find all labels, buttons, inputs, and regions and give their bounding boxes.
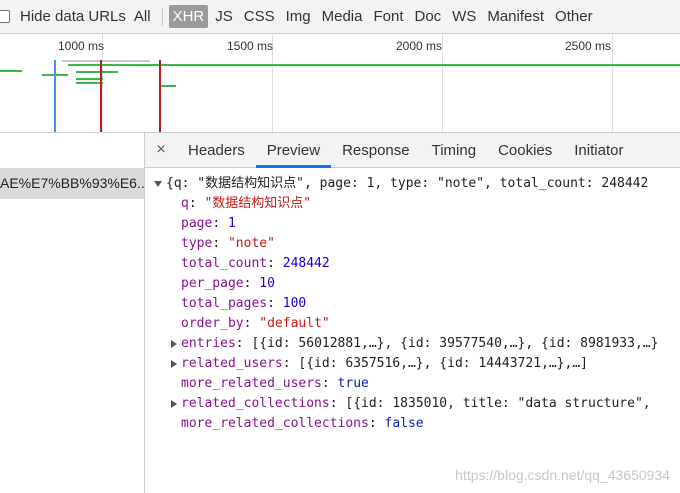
property-row-entries[interactable]: entries: [{id: 56012881,…}, {id: 3957754…: [171, 334, 658, 354]
property-key: entries: [181, 336, 236, 351]
property-key: more_related_collections: [181, 416, 369, 431]
tab-initiator[interactable]: Initiator: [563, 133, 634, 167]
filter-doc[interactable]: Doc: [410, 5, 445, 28]
property-row-page: page: 1: [181, 216, 236, 231]
property-key: related_users: [181, 356, 283, 371]
tab-cookies[interactable]: Cookies: [487, 133, 563, 167]
property-row-type: type: "note": [181, 236, 275, 251]
property-row-more-related-users: more_related_users: true: [181, 376, 369, 391]
property-key: total_count: [181, 256, 268, 271]
expand-triangle-icon[interactable]: [171, 339, 177, 348]
property-row-more-related-collections: more_related_collections: false: [181, 416, 424, 431]
property-row-q: q: "数据结构知识点": [181, 196, 312, 211]
property-key: more_related_users: [181, 376, 322, 391]
tab-headers[interactable]: Headers: [177, 133, 256, 167]
property-value: true: [337, 376, 369, 391]
filter-js[interactable]: JS: [211, 5, 237, 28]
property-key: per_page: [181, 276, 244, 291]
property-value: 1: [227, 216, 236, 231]
property-value: 248442: [282, 256, 330, 271]
tick-label-1500: 1500 ms: [227, 39, 274, 53]
tick-line: [442, 34, 443, 132]
property-value: 100: [282, 296, 307, 311]
property-value: "数据结构知识点": [204, 196, 312, 211]
filter-img[interactable]: Img: [282, 5, 315, 28]
tab-timing[interactable]: Timing: [421, 133, 487, 167]
network-overview-timeline[interactable]: 1000 ms 1500 ms 2000 ms 2500 ms: [0, 34, 680, 133]
property-row-related-collections[interactable]: related_collections: [{id: 1835010, titl…: [171, 394, 651, 414]
expand-triangle-icon[interactable]: [171, 359, 177, 368]
filter-bar: Hide data URLs All XHR JS CSS Img Media …: [0, 0, 680, 34]
tab-preview[interactable]: Preview: [255, 133, 332, 168]
property-row-total-count: total_count: 248442: [181, 256, 330, 271]
property-key: type: [181, 236, 213, 251]
property-key: page: [181, 216, 213, 231]
request-bar: [76, 71, 118, 73]
load-event-marker: [100, 60, 102, 132]
request-bar: [76, 82, 103, 84]
request-bar: [76, 78, 103, 80]
property-value: "note": [227, 236, 275, 251]
load-event-marker: [159, 60, 161, 132]
hide-data-urls-checkbox[interactable]: [0, 10, 10, 23]
property-key: q: [181, 196, 189, 211]
property-value: "default": [259, 316, 330, 331]
filter-css[interactable]: CSS: [240, 5, 279, 28]
filter-other[interactable]: Other: [551, 5, 597, 28]
filter-separator: [161, 7, 163, 26]
property-row-total-pages: total_pages: 100: [181, 296, 307, 311]
property-value: [{id: 6357516,…}, {id: 14443721,…},…]: [298, 356, 588, 371]
expand-triangle-icon[interactable]: [154, 180, 162, 187]
property-key: related_collections: [181, 396, 330, 411]
request-bar: [62, 60, 150, 62]
property-key: total_pages: [181, 296, 268, 311]
property-value: [{id: 56012881,…}, {id: 39577540,…}, {id…: [251, 336, 659, 351]
filter-media[interactable]: Media: [318, 5, 367, 28]
request-list-pane: AE%E7%BB%93%E6...: [0, 133, 145, 493]
tick-label-2000: 2000 ms: [396, 39, 443, 53]
request-bar: [0, 70, 22, 72]
property-row-order-by: order_by: "default": [181, 316, 330, 331]
filter-all[interactable]: All: [130, 5, 155, 28]
expand-triangle-icon[interactable]: [171, 399, 177, 408]
filter-manifest[interactable]: Manifest: [483, 5, 548, 28]
property-value: 10: [259, 276, 275, 291]
property-key: order_by: [181, 316, 244, 331]
property-row-related-users[interactable]: related_users: [{id: 6357516,…}, {id: 14…: [171, 354, 588, 374]
filter-ws[interactable]: WS: [448, 5, 480, 28]
tab-response[interactable]: Response: [331, 133, 421, 167]
property-value: [{id: 1835010, title: "data structure",: [345, 396, 651, 411]
preview-panel: {q: "数据结构知识点", page: 1, type: "note", to…: [145, 168, 680, 493]
filter-xhr[interactable]: XHR: [168, 5, 209, 28]
root-object-summary[interactable]: {q: "数据结构知识点", page: 1, type: "note", to…: [154, 174, 648, 194]
tick-label-1000: 1000 ms: [58, 39, 105, 53]
property-row-per-page: per_page: 10: [181, 276, 275, 291]
watermark: https://blog.csdn.net/qq_43650934: [455, 467, 670, 483]
filter-font[interactable]: Font: [369, 5, 407, 28]
tick-line: [612, 34, 613, 132]
dom-content-loaded-marker: [54, 60, 56, 132]
property-value: false: [384, 416, 424, 431]
close-icon[interactable]: ×: [145, 133, 177, 167]
tick-label-2500: 2500 ms: [565, 39, 612, 53]
request-bar: [160, 85, 176, 87]
detail-tabs: × Headers Preview Response Timing Cookie…: [145, 133, 680, 168]
request-row-selected[interactable]: AE%E7%BB%93%E6...: [0, 168, 144, 199]
hide-data-urls-label[interactable]: Hide data URLs: [16, 6, 130, 27]
